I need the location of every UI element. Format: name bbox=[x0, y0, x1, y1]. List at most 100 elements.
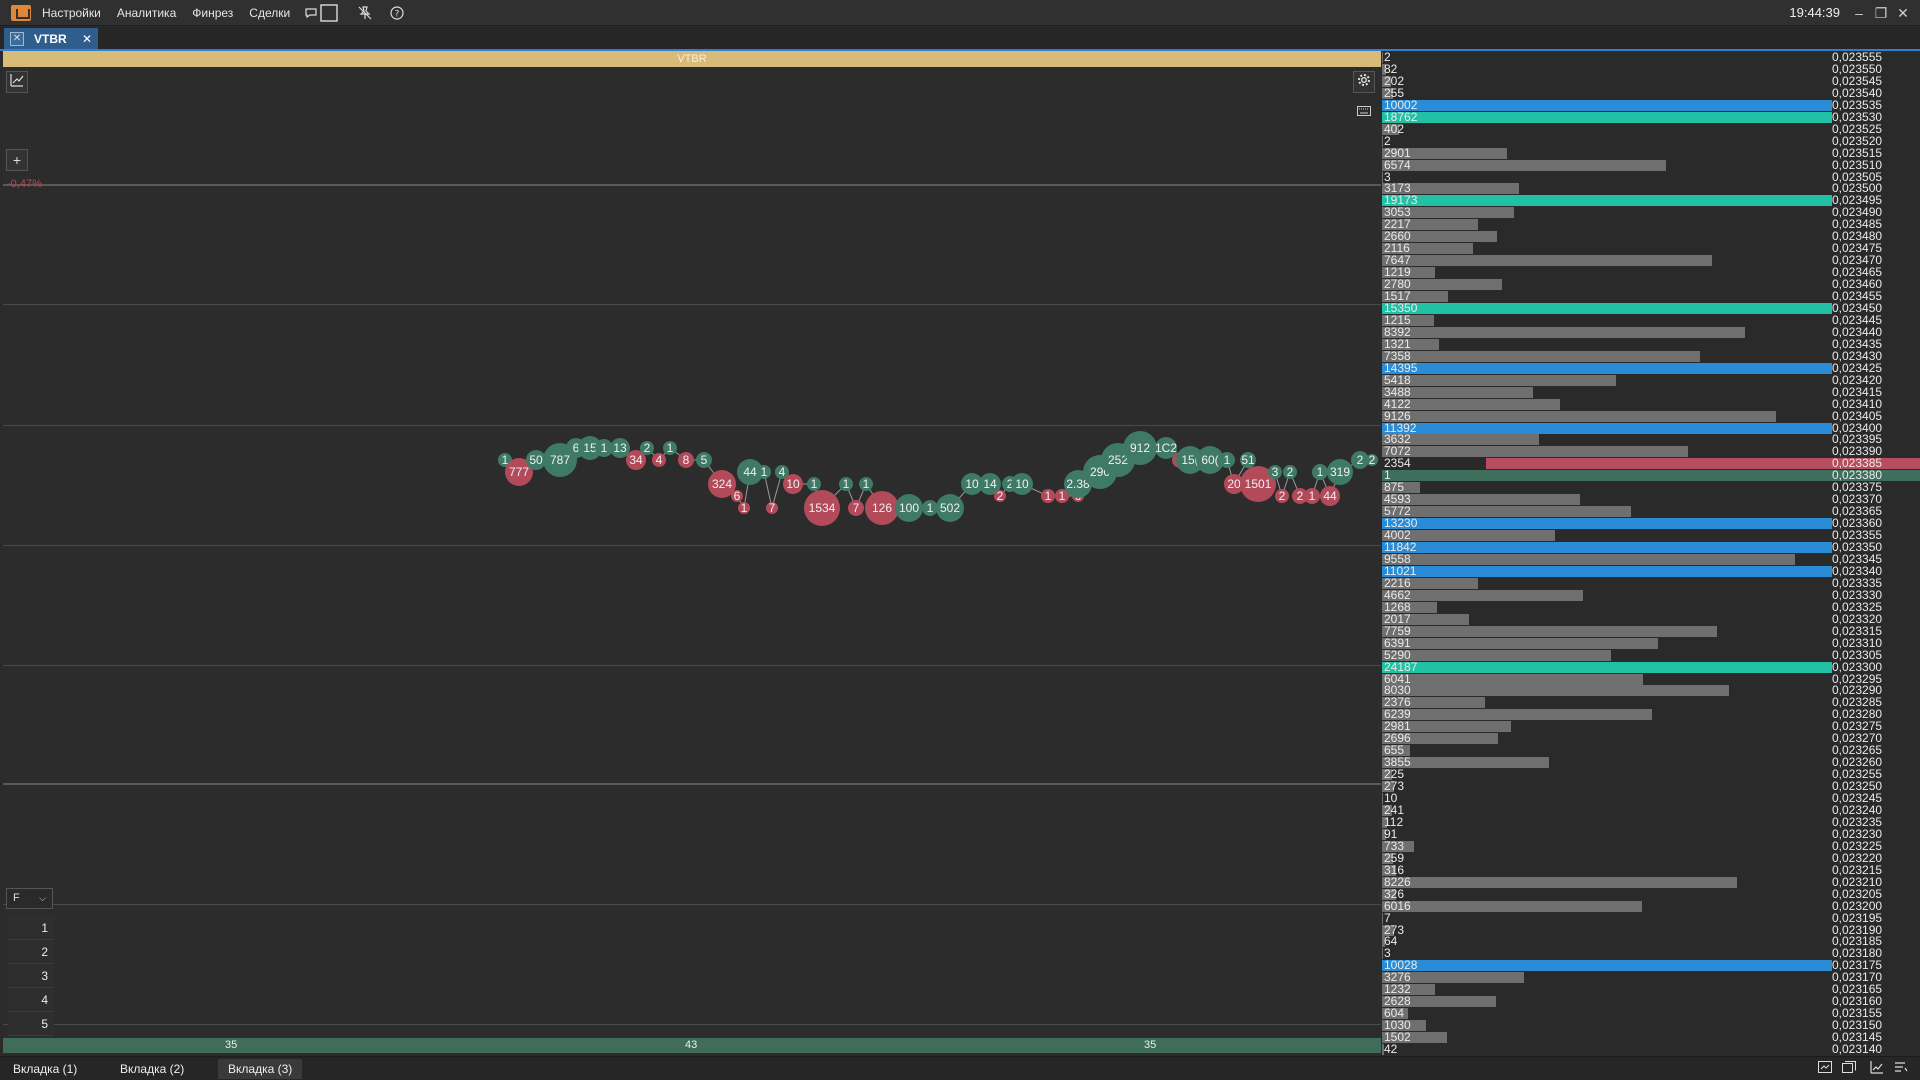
square-icon[interactable] bbox=[318, 2, 340, 24]
bubble-label: 126 bbox=[872, 501, 892, 515]
pin-off-icon[interactable] bbox=[354, 2, 376, 24]
orderbook-row[interactable]: 7 0,023195 bbox=[1382, 912, 1920, 924]
close-box-icon[interactable]: ✕ bbox=[10, 31, 24, 46]
orderbook-row[interactable]: 24187 0,023300 bbox=[1382, 661, 1920, 673]
trade-bubble[interactable]: 1 bbox=[757, 465, 771, 479]
orderbook-row[interactable]: 7358 0,023430 bbox=[1382, 350, 1920, 362]
trade-bubble[interactable]: 7 bbox=[766, 501, 778, 515]
orderbook-row[interactable]: 3488 0,023415 bbox=[1382, 386, 1920, 398]
trade-bubble[interactable]: 3 bbox=[1268, 465, 1282, 479]
orderbook-row[interactable]: 14395 0,023425 bbox=[1382, 362, 1920, 374]
menu-finres[interactable]: Финрез bbox=[184, 0, 241, 26]
orderbook-row[interactable]: 6574 0,023510 bbox=[1382, 159, 1920, 171]
workspace-tab-3[interactable]: Вкладка (3) bbox=[218, 1059, 303, 1079]
orderbook-row[interactable]: 5290 0,023305 bbox=[1382, 649, 1920, 661]
trade-bubble[interactable]: 8 bbox=[678, 452, 694, 468]
orderbook-row[interactable]: 2 0,023520 bbox=[1382, 135, 1920, 147]
trade-bubble[interactable]: 1534 bbox=[804, 490, 840, 526]
window-icon[interactable] bbox=[1840, 1060, 1858, 1078]
orderbook-row[interactable]: 326 0,023205 bbox=[1382, 888, 1920, 900]
level-row[interactable]: 5 bbox=[8, 1012, 54, 1036]
trade-bubble[interactable]: 1 bbox=[859, 477, 873, 491]
list-icon[interactable] bbox=[1892, 1060, 1910, 1078]
level-row[interactable]: 4 bbox=[8, 988, 54, 1012]
orderbook-row[interactable]: 42 0,023140 bbox=[1382, 1043, 1920, 1055]
maximize-button[interactable]: ❐ bbox=[1870, 0, 1892, 26]
menu-deals[interactable]: Сделки bbox=[241, 0, 298, 26]
orderbook-row[interactable]: 9126 0,023405 bbox=[1382, 410, 1920, 422]
price-value: 0,023410 bbox=[1832, 396, 1883, 411]
orderbook-row[interactable]: 18762 0,023530 bbox=[1382, 111, 1920, 123]
trade-bubble[interactable]: 7 bbox=[848, 500, 864, 516]
orderbook-row[interactable]: 8226 0,023210 bbox=[1382, 876, 1920, 888]
orderbook-row[interactable]: 402 0,023525 bbox=[1382, 123, 1920, 135]
price-value: 0,023215 bbox=[1832, 862, 1883, 877]
workspace-tab-2[interactable]: Вкладка (2) bbox=[110, 1059, 194, 1079]
trade-bubble[interactable]: 1 bbox=[1219, 452, 1235, 468]
orderbook-row[interactable]: 10002 0,023535 bbox=[1382, 99, 1920, 111]
trade-bubble[interactable]: 1 bbox=[738, 501, 750, 515]
volume-value: 2 bbox=[1384, 133, 1391, 148]
orderbook-row[interactable]: 6391 0,023310 bbox=[1382, 637, 1920, 649]
help-icon[interactable]: ? bbox=[386, 2, 408, 24]
price-value: 0,023300 bbox=[1832, 659, 1883, 674]
trade-bubble[interactable]: 51 bbox=[1240, 452, 1256, 468]
trade-bubble[interactable]: 1 bbox=[1304, 488, 1320, 504]
trade-bubble[interactable]: 2 bbox=[1283, 465, 1297, 479]
close-button[interactable]: ✕ bbox=[1892, 0, 1914, 26]
trade-bubble[interactable]: 10 bbox=[783, 474, 803, 494]
level-row[interactable]: 2 bbox=[8, 940, 54, 964]
tab-vtbr[interactable]: ✕ VTBR ✕ bbox=[4, 28, 98, 49]
tab-close-icon[interactable]: ✕ bbox=[82, 32, 92, 46]
volume-value: 6574 bbox=[1384, 157, 1411, 172]
trade-bubble[interactable]: 912 bbox=[1123, 431, 1157, 465]
trade-bubble[interactable]: 319 bbox=[1327, 459, 1353, 485]
orderbook-row[interactable]: 6016 0,023200 bbox=[1382, 900, 1920, 912]
trade-bubble[interactable]: 13 bbox=[610, 438, 630, 458]
orderbook-row[interactable]: 2901 0,023515 bbox=[1382, 147, 1920, 159]
trade-bubble[interactable]: 1 bbox=[663, 441, 677, 455]
level-row[interactable]: 1 bbox=[8, 916, 54, 940]
trade-bubble[interactable]: 44 bbox=[1320, 486, 1340, 506]
workspace-tab-1[interactable]: Вкладка (1) bbox=[3, 1059, 87, 1079]
chart-add-icon[interactable] bbox=[1868, 1060, 1886, 1078]
trade-bubble[interactable]: 2 bbox=[1275, 489, 1289, 503]
trade-bubble[interactable]: 2 bbox=[640, 441, 654, 455]
menu-analytics[interactable]: Аналитика bbox=[109, 0, 184, 26]
volume-value: 259 bbox=[1384, 850, 1405, 865]
orderbook-row[interactable]: 7759 0,023315 bbox=[1382, 625, 1920, 637]
orderbook-row[interactable]: 1268 0,023325 bbox=[1382, 601, 1920, 613]
minimize-button[interactable]: – bbox=[1848, 0, 1870, 26]
menu-settings[interactable]: Настройки bbox=[34, 0, 109, 26]
orderbook-row[interactable]: 259 0,023220 bbox=[1382, 852, 1920, 864]
orderbook-row[interactable]: 316 0,023215 bbox=[1382, 864, 1920, 876]
trade-bubble[interactable]: 1 bbox=[839, 477, 853, 491]
trade-bubble[interactable]: 502 bbox=[936, 494, 964, 522]
bubble-label: 1534 bbox=[809, 501, 836, 515]
bubble-chart[interactable]: VTBR + -0,47% 1 777 50 787 6 15 1 13 34 2 4 1 8 5 324 6… bbox=[3, 51, 1381, 1055]
bubble-label: 15 bbox=[583, 441, 597, 455]
bubble-label: 8 bbox=[683, 453, 690, 467]
screenshot-icon[interactable] bbox=[1816, 1060, 1834, 1078]
orderbook-row[interactable]: 2017 0,023320 bbox=[1382, 613, 1920, 625]
trade-bubble[interactable]: 2 bbox=[1366, 453, 1378, 467]
level-row[interactable]: 3 bbox=[8, 964, 54, 988]
filter-select[interactable]: F ⌵ bbox=[6, 888, 53, 909]
orderbook-row[interactable]: 5418 0,023420 bbox=[1382, 374, 1920, 386]
order-book[interactable]: 2 0,023555 82 0,023550 202 0,023545 255 0,02354… bbox=[1382, 51, 1920, 1055]
trade-bubble[interactable]: 1 bbox=[922, 500, 938, 516]
trade-bubble[interactable]: 4 bbox=[652, 453, 666, 467]
price-value: 0,023515 bbox=[1832, 145, 1883, 160]
trade-bubble[interactable]: 126 bbox=[865, 491, 899, 525]
volume-strip: 35 43 35 bbox=[3, 1038, 1381, 1053]
trade-bubble[interactable]: 5 bbox=[696, 452, 712, 468]
trade-bubble[interactable]: 1 bbox=[1041, 489, 1055, 503]
chat-icon[interactable] bbox=[304, 2, 318, 24]
trade-bubble[interactable]: 1 bbox=[807, 477, 821, 491]
orderbook-row[interactable]: 4122 0,023410 bbox=[1382, 398, 1920, 410]
volume-bar bbox=[1382, 326, 1745, 338]
trade-bubble[interactable]: 1 bbox=[1312, 464, 1328, 480]
trade-bubble[interactable]: 100 bbox=[895, 494, 923, 522]
trade-bubble[interactable]: 10 bbox=[1011, 473, 1033, 495]
app-logo-icon[interactable] bbox=[8, 0, 34, 26]
